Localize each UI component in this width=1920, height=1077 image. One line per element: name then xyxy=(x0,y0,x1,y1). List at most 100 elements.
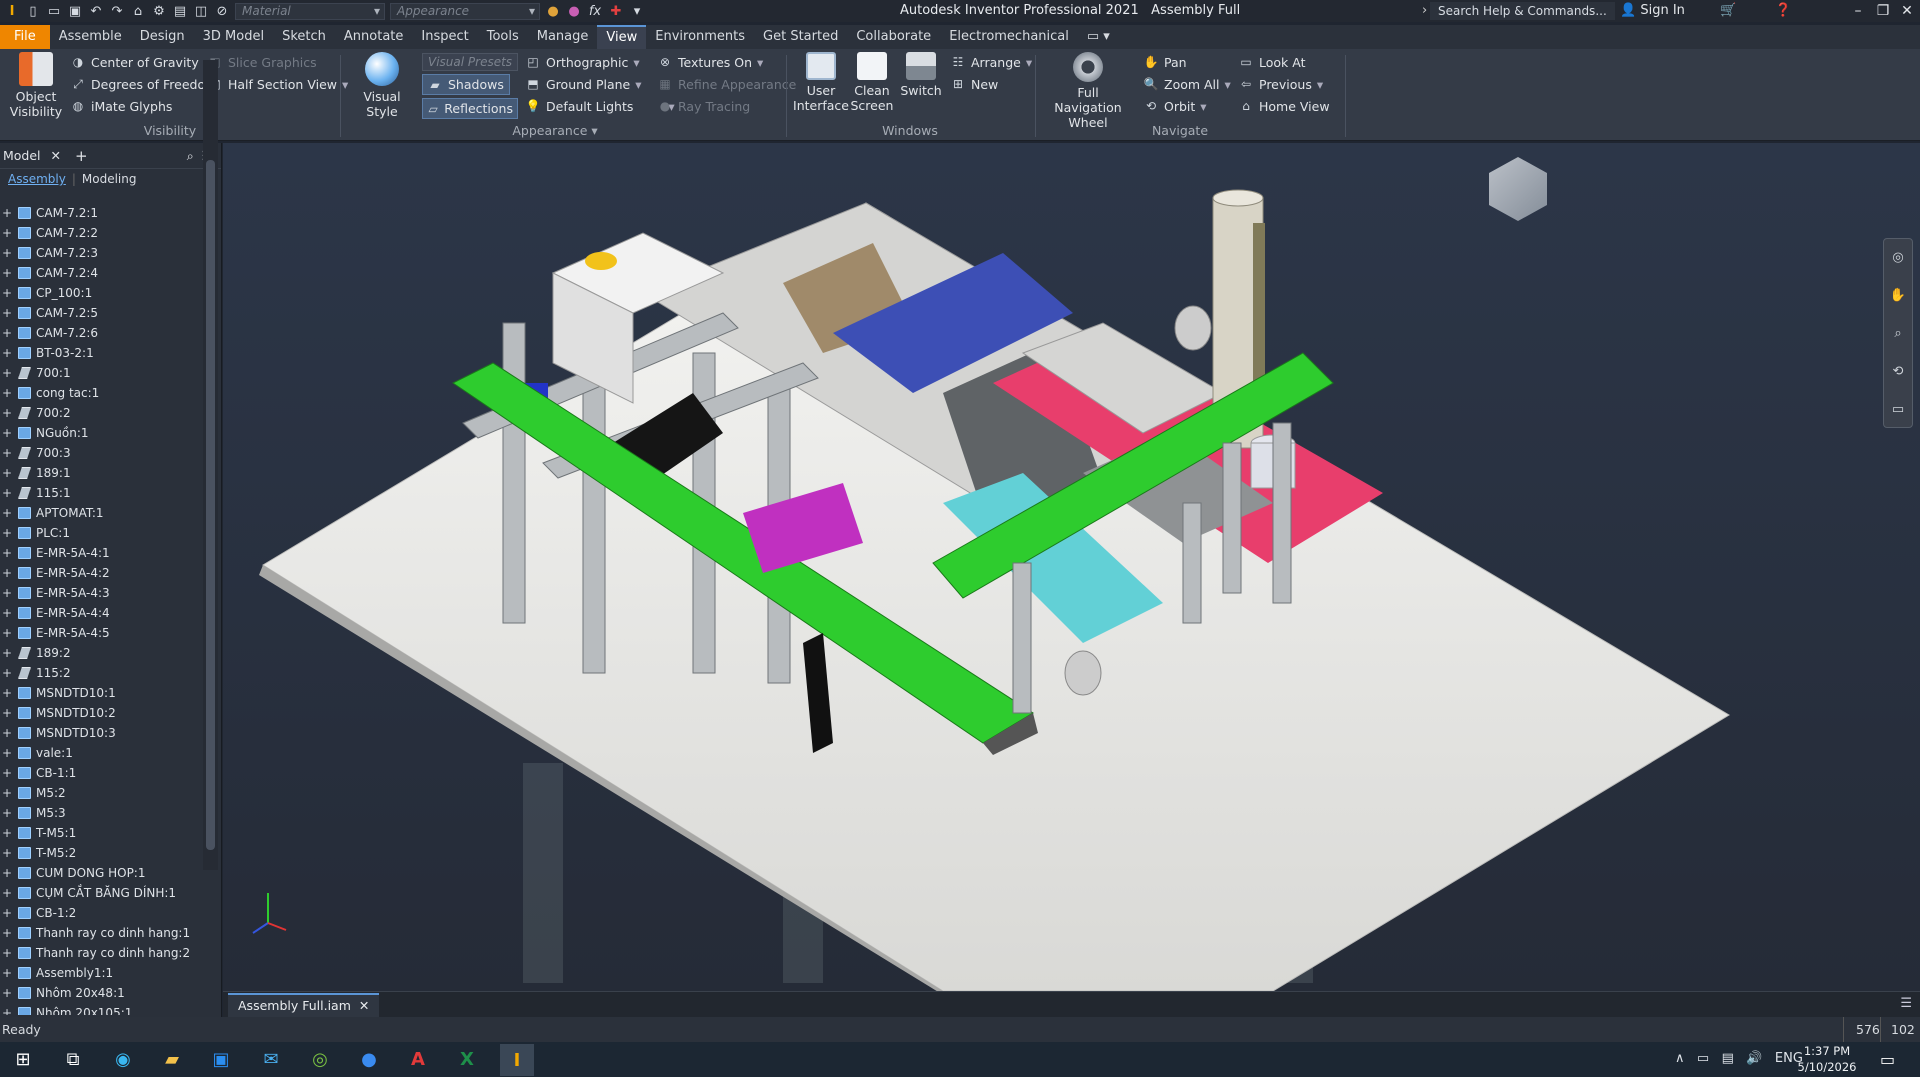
zalo-icon[interactable]: ● xyxy=(354,1046,384,1073)
expand-icon[interactable]: + xyxy=(0,346,14,360)
tree-item[interactable]: + Thanh ray co dinh hang:1 xyxy=(0,923,204,943)
object-visibility-button[interactable]: Object Visibility xyxy=(8,52,64,119)
add-icon[interactable]: ✚ xyxy=(608,3,624,19)
edge-browser-icon[interactable]: ◉ xyxy=(108,1046,138,1073)
tree-item[interactable]: + APTOMAT:1 xyxy=(0,503,204,523)
material-dropdown[interactable]: Material xyxy=(235,2,385,20)
expand-icon[interactable]: + xyxy=(0,966,14,980)
file-explorer-icon[interactable]: ▰ xyxy=(157,1046,187,1073)
visual-style-button[interactable]: Visual Style xyxy=(350,52,414,119)
expand-icon[interactable]: + xyxy=(0,426,14,440)
tab-tools[interactable]: Tools xyxy=(478,25,528,49)
volume-icon[interactable]: 🔊 xyxy=(1746,1051,1762,1066)
maximize-view-icon[interactable]: ⧉ xyxy=(1883,143,1893,144)
tray-chevron-icon[interactable]: ∧ xyxy=(1675,1051,1685,1066)
expand-icon[interactable]: + xyxy=(0,526,14,540)
inventor-logo-icon[interactable]: I xyxy=(4,3,20,19)
expand-icon[interactable]: + xyxy=(0,826,14,840)
expand-icon[interactable]: + xyxy=(0,646,14,660)
cart-icon[interactable]: 🛒 xyxy=(1720,0,1736,22)
taskbar-clock[interactable]: 1:37 PM 5/10/2026 xyxy=(1790,1043,1864,1075)
tree-item[interactable]: + E-MR-5A-4:1 xyxy=(0,543,204,563)
help-icon[interactable]: ❓ xyxy=(1775,0,1791,22)
tree-item[interactable]: + CAM-7.2:1 xyxy=(0,203,204,223)
expand-icon[interactable]: + xyxy=(0,626,14,640)
save-icon[interactable]: ▣ xyxy=(67,3,83,19)
tree-item[interactable]: +115:1 xyxy=(0,483,204,503)
select-icon[interactable]: ▤ xyxy=(172,3,188,19)
sign-in-button[interactable]: 👤 Sign In xyxy=(1620,0,1685,22)
expand-icon[interactable]: + xyxy=(0,506,14,520)
tree-item[interactable]: +189:1 xyxy=(0,463,204,483)
expand-icon[interactable]: + xyxy=(0,266,14,280)
shadows-button[interactable]: ▰ Shadows xyxy=(422,74,510,95)
tree-item[interactable]: + CAM-7.2:5 xyxy=(0,303,204,323)
tree-item[interactable]: + CUM DONG HOP:1 xyxy=(0,863,204,883)
undo-icon[interactable]: ↶ xyxy=(88,3,104,19)
expand-icon[interactable]: + xyxy=(0,326,14,340)
search-input[interactable]: Search Help & Commands... xyxy=(1430,2,1615,20)
default-lights-button[interactable]: 💡 Default Lights ▾ xyxy=(525,95,675,117)
arrange-button[interactable]: ☷ Arrange ▾ xyxy=(950,51,1033,73)
clean-screen-button[interactable]: Clean Screen xyxy=(848,52,896,113)
tree-item[interactable]: + PLC:1 xyxy=(0,523,204,543)
expand-icon[interactable]: + xyxy=(0,906,14,920)
expand-icon[interactable]: + xyxy=(0,286,14,300)
tab-design[interactable]: Design xyxy=(131,25,194,49)
look-at-button[interactable]: ▭ Look At xyxy=(1238,51,1330,73)
notification-icon[interactable]: ▭ xyxy=(1880,1050,1895,1069)
expand-icon[interactable]: + xyxy=(0,386,14,400)
tree-item[interactable]: + CAM-7.2:2 xyxy=(0,223,204,243)
visual-presets-dropdown[interactable]: Visual Presets xyxy=(422,53,518,71)
expand-icon[interactable]: + xyxy=(0,406,14,420)
tree-item[interactable]: + MSNDTD10:3 xyxy=(0,723,204,743)
home-icon[interactable]: ⌂ xyxy=(130,3,146,19)
browser-scrollbar-thumb[interactable] xyxy=(206,160,215,850)
home-view-button[interactable]: ⌂ Home View xyxy=(1238,95,1329,117)
tree-item[interactable]: + CỤM CẮT BĂNG DÍNH:1 xyxy=(0,883,204,903)
battery-icon[interactable]: ▭ xyxy=(1697,1051,1709,1066)
expand-icon[interactable]: + xyxy=(0,706,14,720)
redo-icon[interactable]: ↷ xyxy=(109,3,125,19)
expand-icon[interactable]: + xyxy=(0,806,14,820)
tree-item[interactable]: +700:2 xyxy=(0,403,204,423)
nav-wheel-icon[interactable]: ◎ xyxy=(1884,239,1912,277)
tree-item[interactable]: + CAM-7.2:3 xyxy=(0,243,204,263)
expand-icon[interactable]: + xyxy=(0,846,14,860)
refine-appearance-button[interactable]: ▦ Refine Appearance xyxy=(657,73,796,95)
reflections-button[interactable]: ▱ Reflections xyxy=(422,98,518,119)
appearance-dropdown[interactable]: Appearance xyxy=(390,2,540,20)
graphics-viewport[interactable]: ◎ ✋ ⌕ ⟲ ▭ ⧉ ✕ xyxy=(223,143,1920,991)
tree-item[interactable]: +115:2 xyxy=(0,663,204,683)
tree-item[interactable]: + Nhôm 20x105:1 xyxy=(0,1003,204,1015)
tab-electromechanical[interactable]: Electromechanical xyxy=(940,25,1078,49)
expand-icon[interactable]: + xyxy=(0,606,14,620)
excel-icon[interactable]: X xyxy=(452,1046,482,1073)
open-folder-icon[interactable]: ▭ xyxy=(46,3,62,19)
tab-3d-model[interactable]: 3D Model xyxy=(194,25,273,49)
tree-item[interactable]: + M5:3 xyxy=(0,803,204,823)
expand-icon[interactable]: + xyxy=(0,866,14,880)
mail-icon[interactable]: ✉ xyxy=(256,1046,286,1073)
expand-icon[interactable]: + xyxy=(0,466,14,480)
previous-view-button[interactable]: ⇦ Previous ▾ xyxy=(1238,73,1330,95)
textures-on-button[interactable]: ⊗ Textures On ▾ xyxy=(657,51,796,73)
tree-item[interactable]: + CAM-7.2:4 xyxy=(0,263,204,283)
autocad-icon[interactable]: A xyxy=(403,1046,433,1073)
tree-item[interactable]: + vale:1 xyxy=(0,743,204,763)
center-of-gravity-button[interactable]: ◑ Center of Gravity xyxy=(70,51,217,73)
half-section-view-button[interactable]: ◩Half Section View▾ xyxy=(207,73,348,95)
degrees-of-freedom-button[interactable]: ⤢ Degrees of Freedom xyxy=(70,73,217,95)
ray-tracing-button[interactable]: ● Ray Tracing xyxy=(657,95,796,117)
close-tab-icon[interactable]: ✕ xyxy=(51,148,61,163)
expand-icon[interactable]: + xyxy=(0,926,14,940)
add-tab-icon[interactable]: + xyxy=(75,147,88,165)
user-interface-button[interactable]: User Interface xyxy=(793,52,849,113)
full-navigation-wheel-button[interactable]: Full Navigation Wheel xyxy=(1045,52,1131,130)
expand-icon[interactable]: + xyxy=(0,886,14,900)
tree-item[interactable]: + cong tac:1 xyxy=(0,383,204,403)
expand-icon[interactable]: + xyxy=(0,306,14,320)
pan-button[interactable]: ✋ Pan xyxy=(1143,51,1231,73)
tree-item[interactable]: +700:1 xyxy=(0,363,204,383)
orbit-button[interactable]: ⟲ Orbit ▾ xyxy=(1143,95,1231,117)
